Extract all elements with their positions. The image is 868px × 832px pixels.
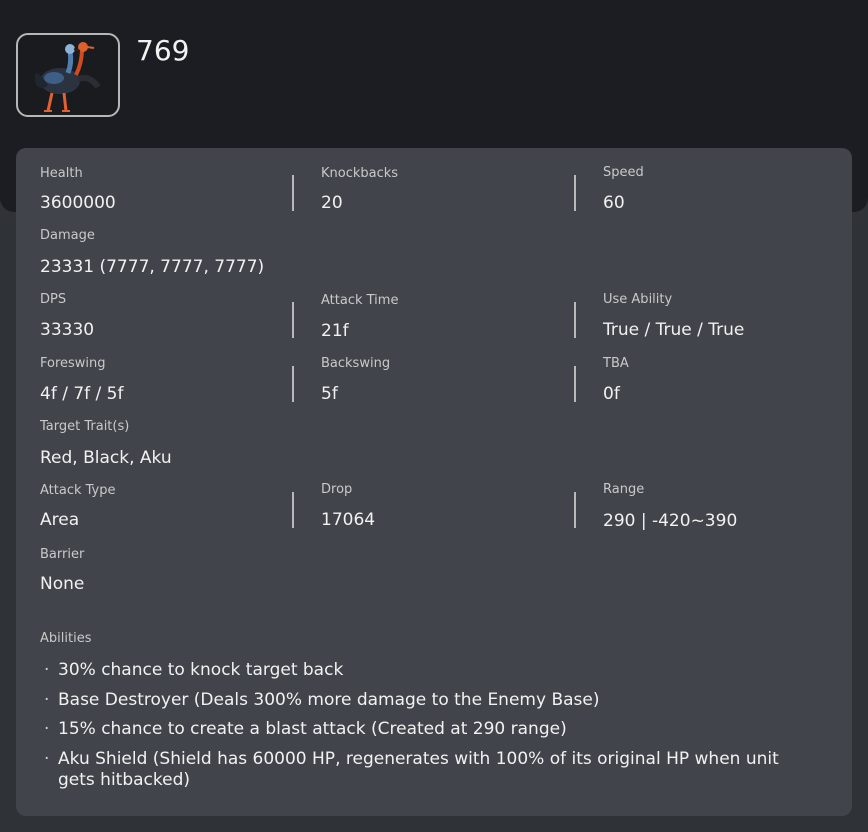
damage-label: Damage: [40, 228, 95, 243]
enemy-avatar: [16, 33, 120, 117]
target-traits-label: Target Trait(s): [40, 419, 130, 434]
barrier-value: None: [40, 574, 85, 594]
backswing-label: Backswing: [321, 356, 391, 371]
divider: [292, 175, 294, 211]
divider: [574, 492, 576, 528]
divider: [292, 366, 294, 402]
divider: [292, 492, 294, 528]
target-traits-value: Red, Black, Aku: [40, 448, 172, 468]
stats-card: Health 3600000 Knockbacks 20 Speed 60 Da…: [16, 148, 852, 816]
enemy-title: 769: [136, 34, 190, 67]
divider: [292, 302, 294, 338]
speed-label: Speed: [603, 165, 644, 180]
speed-value: 60: [603, 193, 625, 213]
foreswing-value: 4f / 7f / 5f: [40, 384, 124, 404]
tba-label: TBA: [603, 356, 629, 371]
abilities-list: · 30% chance to knock target back · Base D…: [40, 660, 820, 799]
use-ability-label: Use Ability: [603, 292, 673, 307]
foreswing-label: Foreswing: [40, 356, 106, 371]
drop-label: Drop: [321, 482, 353, 497]
ability-item: · Base Destroyer (Deals 300% more damage …: [44, 689, 600, 710]
damage-value: 23331 (7777, 7777, 7777): [40, 257, 265, 277]
range-label: Range: [603, 482, 645, 497]
ability-item: · 15% chance to create a blast attack (Cr…: [44, 719, 567, 739]
attack-type-label: Attack Type: [40, 483, 116, 498]
backswing-value: 5f: [321, 384, 338, 404]
range-value: 290 | -420~390: [603, 511, 738, 531]
divider: [574, 366, 576, 402]
knockbacks-value: 20: [321, 193, 343, 213]
dps-label: DPS: [40, 292, 67, 307]
ability-item: · Aku Shield (Shield has 60000 HP, regene…: [44, 748, 779, 790]
barrier-label: Barrier: [40, 547, 85, 562]
divider: [574, 175, 576, 211]
dps-value: 33330: [40, 320, 95, 340]
drop-value: 17064: [321, 510, 376, 530]
tba-value: 0f: [603, 384, 620, 404]
ostrich-enemy-icon: [34, 42, 101, 112]
divider: [574, 302, 576, 338]
health-label: Health: [40, 166, 83, 181]
abilities-label: Abilities: [40, 631, 92, 646]
attack-time-label: Attack Time: [321, 293, 399, 308]
health-value: 3600000: [40, 193, 116, 213]
attack-time-value: 21f: [321, 321, 349, 341]
attack-type-value: Area: [40, 510, 80, 530]
use-ability-value: True / True / True: [603, 320, 745, 340]
knockbacks-label: Knockbacks: [321, 166, 399, 181]
ability-item: · 30% chance to knock target back: [44, 660, 344, 680]
